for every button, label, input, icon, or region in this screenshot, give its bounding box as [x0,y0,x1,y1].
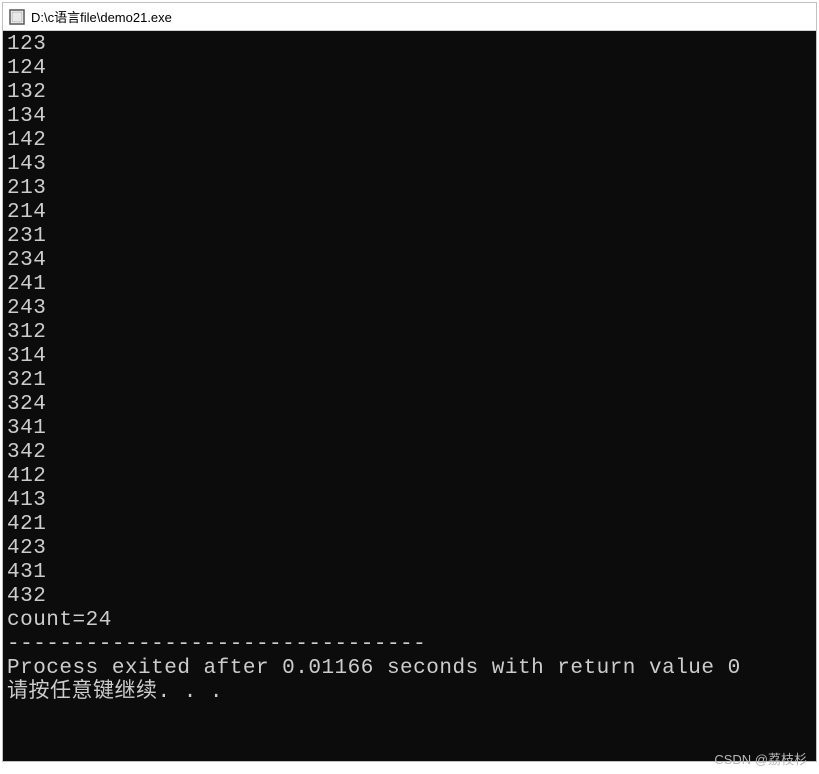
titlebar[interactable]: D:\c语言file\demo21.exe [3,3,816,31]
output-line: 241 [7,273,812,297]
console-output[interactable]: 123 124 132 134 142 143 213 214 231 234 … [3,31,816,761]
window-title: D:\c语言file\demo21.exe [31,7,172,26]
output-line: 413 [7,489,812,513]
output-line: 412 [7,465,812,489]
output-separator-line: -------------------------------- [7,633,812,657]
output-line: 214 [7,201,812,225]
app-icon [9,9,25,25]
output-line: 421 [7,513,812,537]
output-line: 324 [7,393,812,417]
output-line: 143 [7,153,812,177]
output-count-line: count=24 [7,609,812,633]
output-exit-line: Process exited after 0.01166 seconds wit… [7,657,812,681]
output-line: 123 [7,33,812,57]
output-line: 423 [7,537,812,561]
output-line: 321 [7,369,812,393]
output-line: 213 [7,177,812,201]
output-line: 234 [7,249,812,273]
output-line: 314 [7,345,812,369]
console-window: D:\c语言file\demo21.exe 123 124 132 134 14… [2,2,817,762]
output-line: 231 [7,225,812,249]
output-line: 124 [7,57,812,81]
output-line: 243 [7,297,812,321]
output-line: 432 [7,585,812,609]
output-line: 134 [7,105,812,129]
output-prompt-line: 请按任意键继续. . . [7,681,812,705]
output-line: 142 [7,129,812,153]
output-line: 132 [7,81,812,105]
output-line: 341 [7,417,812,441]
watermark: CSDN @荔枝杉 [714,749,807,768]
output-line: 312 [7,321,812,345]
output-line: 431 [7,561,812,585]
output-line: 342 [7,441,812,465]
